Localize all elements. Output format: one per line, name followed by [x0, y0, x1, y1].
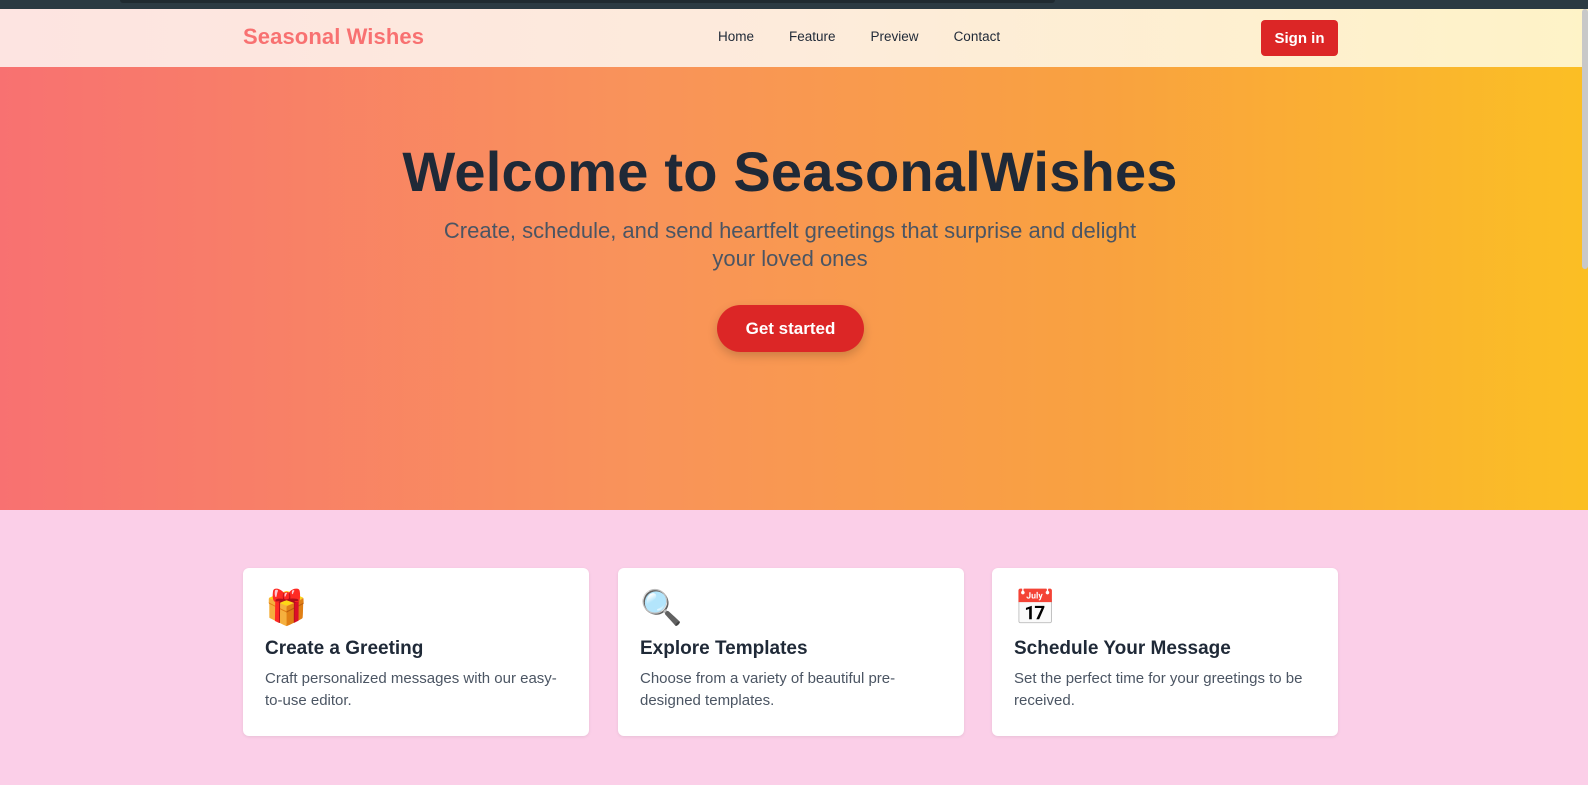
hero-section: Welcome to SeasonalWishes Create, schedu… [0, 67, 1588, 510]
nav-preview[interactable]: Preview [871, 29, 919, 44]
hero-title: Welcome to SeasonalWishes [402, 140, 1178, 203]
feature-title: Explore Templates [640, 638, 808, 659]
hero-subtitle: Create, schedule, and send heartfelt gre… [443, 218, 1137, 271]
feature-description: Choose from a variety of beautiful pre-d… [640, 670, 896, 709]
nav-home[interactable]: Home [718, 29, 754, 44]
feature-card-schedule[interactable]: 📅 Schedule Your Message Set the perfect … [992, 568, 1338, 736]
get-started-button[interactable]: Get started [717, 305, 864, 352]
sign-in-button[interactable]: Sign in [1261, 20, 1338, 56]
feature-title: Create a Greeting [265, 638, 424, 659]
feature-card-create[interactable]: 🎁 Create a Greeting Craft personalized m… [243, 568, 589, 736]
calendar-icon: 📅 [1014, 589, 1057, 627]
feature-card-templates[interactable]: 🔍 Explore Templates Choose from a variet… [618, 568, 964, 736]
navbar: Seasonal Wishes Home Feature Preview Con… [0, 9, 1588, 67]
features-section: 🎁 Create a Greeting Craft personalized m… [0, 510, 1588, 785]
browser-top-strip [0, 0, 1588, 9]
gift-icon: 🎁 [265, 589, 308, 627]
tab-bar [120, 0, 1055, 3]
nav-contact[interactable]: Contact [954, 29, 1001, 44]
brand-logo-text[interactable]: Seasonal Wishes [243, 24, 424, 50]
nav-links: Home Feature Preview Contact [718, 29, 1035, 44]
magnifier-icon: 🔍 [640, 589, 683, 627]
feature-title: Schedule Your Message [1014, 638, 1231, 659]
scrollbar[interactable] [1582, 9, 1588, 269]
feature-description: Craft personalized messages with our eas… [265, 670, 557, 709]
feature-description: Set the perfect time for your greetings … [1014, 670, 1303, 709]
nav-feature[interactable]: Feature [789, 29, 836, 44]
